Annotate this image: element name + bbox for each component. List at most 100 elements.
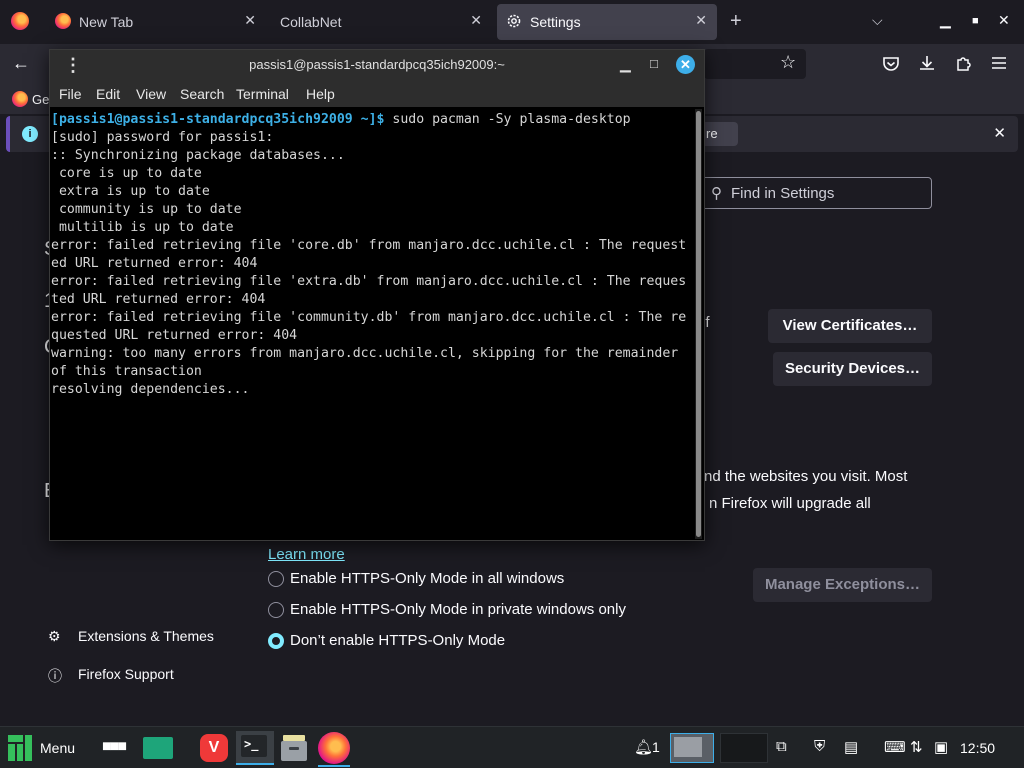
shell-prompt: [passis1@passis1-standardpcq35ich92009 ~… xyxy=(51,112,385,127)
radio-https-disabled[interactable] xyxy=(268,633,284,649)
notification-button-label: re xyxy=(706,126,718,141)
tab-close-icon[interactable]: ✕ xyxy=(244,12,256,29)
terminal-line: core is up to date xyxy=(51,166,202,181)
active-task-indicator xyxy=(318,765,350,767)
manjaro-logo-icon[interactable] xyxy=(8,735,32,761)
tab-new-tab[interactable]: New Tab ✕ xyxy=(46,4,266,40)
terminal-line: error: failed retrieving file 'core.db' … xyxy=(51,238,687,253)
downloads-icon[interactable] xyxy=(918,54,936,72)
clock[interactable]: 12:50 xyxy=(960,740,995,756)
menu-help[interactable]: Help xyxy=(306,86,335,102)
radio-label[interactable]: Enable HTTPS-Only Mode in private window… xyxy=(290,601,626,618)
view-certificates-button[interactable]: View Certificates… xyxy=(768,309,932,343)
virtual-desktop-2[interactable] xyxy=(720,733,768,763)
network-icon[interactable]: ⇅ xyxy=(910,738,923,756)
terminal-line: community is up to date xyxy=(51,202,242,217)
menu-terminal[interactable]: Terminal xyxy=(236,86,289,102)
terminal-line: ted URL returned error: 404 xyxy=(51,292,266,307)
terminal-line: multilib is up to date xyxy=(51,220,234,235)
browser-tab-strip: New Tab ✕ CollabNet ✕ Settings ✕ + ⌵ ▁ ■… xyxy=(0,0,1024,44)
close-icon[interactable]: ✕ xyxy=(993,124,1006,142)
radio-https-private-only[interactable] xyxy=(268,602,284,618)
keyboard-icon[interactable]: ⌨ xyxy=(884,738,906,756)
firefox-task-icon[interactable] xyxy=(318,732,350,764)
tab-close-icon[interactable]: ✕ xyxy=(470,12,482,29)
terminal-line: ed URL returned error: 404 xyxy=(51,256,258,271)
tab-collabnet[interactable]: CollabNet ✕ xyxy=(270,4,492,40)
terminal-line: :: Synchronizing package databases... xyxy=(51,148,345,163)
show-desktop-icon[interactable] xyxy=(143,737,173,759)
display-settings-icon[interactable]: ▣ xyxy=(934,738,948,756)
tab-label: Settings xyxy=(530,14,581,30)
extensions-puzzle-icon[interactable] xyxy=(955,54,973,72)
sidebar-item-label: Firefox Support xyxy=(78,666,174,682)
notifications-bell-icon[interactable]: 🔔︎ xyxy=(634,738,653,756)
overview-dots-icon[interactable]: ■■■ xyxy=(102,738,127,756)
shell-command: sudo pacman -Sy plasma-desktop xyxy=(384,112,631,127)
menu-search[interactable]: Search xyxy=(180,86,224,102)
manage-exceptions-button[interactable]: Manage Exceptions… xyxy=(753,568,932,602)
close-icon[interactable]: ✕ xyxy=(676,55,695,74)
find-placeholder: Find in Settings xyxy=(731,185,835,202)
terminal-output[interactable]: [passis1@passis1-standardpcq35ich92009 ~… xyxy=(50,107,694,540)
terminal-title: passis1@passis1-standardpcq35ich92009:~ xyxy=(249,57,505,72)
tab-close-icon[interactable]: ✕ xyxy=(695,12,707,29)
security-devices-button[interactable]: Security Devices… xyxy=(773,352,932,386)
application-menu-button[interactable]: Menu xyxy=(40,740,75,756)
clipboard-icon[interactable]: ▤ xyxy=(844,738,858,756)
terminal-line: extra is up to date xyxy=(51,184,210,199)
radio-https-all-windows[interactable] xyxy=(268,571,284,587)
terminal-line: resolving dependencies... xyxy=(51,382,250,397)
minimize-icon[interactable]: ▁ xyxy=(620,56,631,73)
firefox-favicon-icon xyxy=(55,13,71,29)
bookmark-item[interactable]: Ge xyxy=(32,92,49,107)
terminal-line: of this transaction xyxy=(51,364,202,379)
learn-more-link[interactable]: Learn more xyxy=(268,546,345,563)
terminal-title-bar[interactable]: ⋮ passis1@passis1-standardpcq35ich92009:… xyxy=(50,50,704,80)
firefox-favicon-icon xyxy=(12,91,28,107)
firefox-logo-icon xyxy=(11,12,29,30)
terminal-task-button[interactable]: >_ xyxy=(236,731,274,765)
terminal-line: [sudo] password for passis1: xyxy=(51,130,274,145)
scrollbar-thumb[interactable] xyxy=(696,111,701,537)
gear-icon xyxy=(507,14,521,28)
pocket-icon[interactable] xyxy=(882,55,900,73)
https-only-description-line: nd the websites you visit. Most xyxy=(704,468,908,485)
radio-label[interactable]: Enable HTTPS-Only Mode in all windows xyxy=(290,570,564,587)
tab-label: CollabNet xyxy=(280,14,342,30)
security-shield-icon[interactable]: ⛨ xyxy=(814,738,825,755)
vivaldi-browser-icon[interactable]: V xyxy=(200,734,228,762)
terminal-icon: >_ xyxy=(241,735,267,757)
terminal-line: quested URL returned error: 404 xyxy=(51,328,298,343)
radio-label[interactable]: Don’t enable HTTPS-Only Mode xyxy=(290,632,505,649)
desktop-window-thumbnail xyxy=(674,737,702,757)
notification-action-button[interactable]: re xyxy=(700,122,738,146)
file-manager-icon[interactable] xyxy=(280,733,308,763)
terminal-scrollbar[interactable] xyxy=(695,109,702,539)
maximize-icon[interactable]: □ xyxy=(650,56,658,71)
https-only-description-line: n Firefox will upgrade all xyxy=(709,495,871,512)
tab-settings[interactable]: Settings ✕ xyxy=(497,4,717,40)
notification-count: 1 xyxy=(652,739,660,755)
virtual-desktop-1[interactable] xyxy=(670,733,714,763)
back-arrow-icon[interactable]: ← xyxy=(12,53,30,74)
hamburger-menu-icon[interactable] xyxy=(991,56,1007,70)
sidebar-item-label: Extensions & Themes xyxy=(78,628,214,644)
window-switcher-icon[interactable]: ⧉ xyxy=(776,738,787,755)
terminal-menu-bar: File Edit View Search Terminal Help xyxy=(50,80,704,107)
help-icon: ⓘ xyxy=(48,668,62,684)
list-all-tabs-chevron-icon[interactable]: ⌵ xyxy=(872,12,883,29)
terminal-line: warning: too many errors from manjaro.dc… xyxy=(51,346,679,361)
terminal-line: error: failed retrieving file 'community… xyxy=(51,310,687,325)
find-in-settings-input[interactable]: ⚲ Find in Settings xyxy=(700,177,932,209)
menu-file[interactable]: File xyxy=(59,86,82,102)
menu-view[interactable]: View xyxy=(136,86,166,102)
close-window-button[interactable]: ✕ xyxy=(998,12,1010,29)
maximize-window-button[interactable]: ■ xyxy=(972,15,979,27)
minimize-window-button[interactable]: ▁ xyxy=(940,12,951,29)
new-tab-button[interactable]: + xyxy=(730,10,742,33)
bookmark-star-icon[interactable]: ☆ xyxy=(780,52,796,73)
tab-label: New Tab xyxy=(79,14,134,30)
terminal-window[interactable]: ⋮ passis1@passis1-standardpcq35ich92009:… xyxy=(49,49,705,541)
menu-edit[interactable]: Edit xyxy=(96,86,120,102)
